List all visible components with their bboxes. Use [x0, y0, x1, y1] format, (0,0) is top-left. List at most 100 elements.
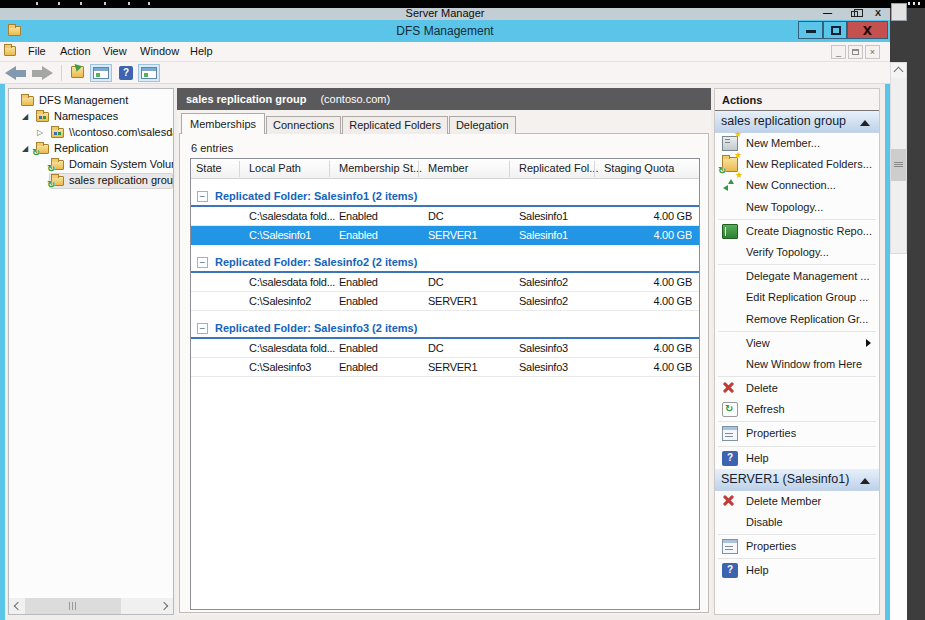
tree-item-label: DFS Management	[39, 94, 128, 106]
maximize-button[interactable]	[823, 21, 847, 39]
action-label: Create Diagnostic Repo...	[746, 225, 872, 237]
table-row[interactable]: C:\Salesinfo2EnabledSERVER1Salesinfo24.0…	[191, 292, 699, 311]
action-label: Edit Replication Group ...	[746, 291, 868, 303]
namespaces-icon	[36, 112, 49, 122]
scroll-thumb[interactable]	[891, 149, 906, 181]
back-button[interactable]	[5, 66, 27, 80]
column-separator[interactable]	[329, 161, 330, 177]
column-separator[interactable]	[418, 161, 419, 177]
column-separator[interactable]	[594, 161, 595, 177]
tab-replicated-folders[interactable]: Replicated Folders	[342, 116, 448, 134]
tree-item[interactable]: ◢Namespaces	[9, 109, 173, 125]
action-label: New Replicated Folders...	[746, 158, 872, 170]
collapse-group-icon[interactable]: −	[197, 323, 208, 334]
column-header[interactable]: State	[196, 162, 238, 174]
menu-window[interactable]: Window	[140, 45, 179, 57]
background-scrollbar[interactable]	[890, 62, 907, 254]
collapse-section-icon[interactable]	[860, 120, 870, 126]
action-disable[interactable]: Disable	[715, 512, 879, 533]
table-row[interactable]: C:\salesdata fold...EnabledDCSalesinfo34…	[191, 339, 699, 358]
group-header-row[interactable]: −Replicated Folder: Salesinfo2 (2 items)	[191, 253, 699, 273]
collapse-arrow-icon[interactable]: ◢	[22, 112, 28, 121]
menu-file[interactable]: File	[28, 45, 46, 57]
actions-pane: Actions sales replication group★New Memb…	[714, 88, 880, 615]
table-row[interactable]: C:\Salesinfo3EnabledSERVER1Salesinfo34.0…	[191, 358, 699, 377]
action-label: Verify Topology...	[746, 246, 829, 258]
child-restore-button[interactable]	[848, 45, 863, 59]
table-row[interactable]: C:\salesdata fold...EnabledDCSalesinfo24…	[191, 273, 699, 292]
new-member-icon: ★	[722, 136, 738, 151]
action-properties[interactable]: Properties	[715, 536, 879, 557]
show-action-pane-button[interactable]	[138, 64, 160, 82]
sm-close-button[interactable]: X	[875, 8, 881, 18]
cell-membership_status: Enabled	[339, 342, 425, 354]
action-new-connection[interactable]: ★New Connection...	[715, 175, 879, 196]
collapse-section-icon[interactable]	[860, 478, 870, 484]
scroll-up-arrow[interactable]	[891, 63, 906, 78]
table-row[interactable]: C:\salesdata fold...EnabledDCSalesinfo14…	[191, 207, 699, 226]
collapse-arrow-icon[interactable]: ◢	[22, 144, 28, 153]
action-create-diagnostic-repo[interactable]: Create Diagnostic Repo...	[715, 221, 879, 242]
collapse-group-icon[interactable]: −	[197, 191, 208, 202]
expand-arrow-icon[interactable]: ▷	[37, 128, 43, 137]
column-header[interactable]: Staging Quota	[604, 162, 674, 174]
menu-view[interactable]: View	[103, 45, 127, 57]
collapse-group-icon[interactable]: −	[197, 257, 208, 268]
cell-local_path: C:\Salesinfo3	[249, 361, 337, 373]
column-separator[interactable]	[239, 161, 240, 177]
group-header-row[interactable]: −Replicated Folder: Salesinfo1 (2 items)	[191, 187, 699, 207]
tree-item[interactable]: sales replication group	[9, 173, 173, 189]
scroll-left-arrow[interactable]	[9, 598, 25, 614]
cell-staging_quota: 4.00 GB	[653, 276, 692, 288]
tree-horizontal-scrollbar[interactable]	[9, 598, 173, 614]
tree-item[interactable]: ◢ Replication	[9, 141, 173, 157]
column-header[interactable]: Member	[428, 162, 516, 174]
action-edit-replication-group[interactable]: Edit Replication Group ...	[715, 287, 879, 308]
action-view[interactable]: View	[715, 333, 879, 354]
group-header-row[interactable]: −Replicated Folder: Salesinfo3 (2 items)	[191, 319, 699, 339]
tree-item[interactable]: Domain System Volume	[9, 157, 173, 173]
tab-memberships[interactable]: Memberships	[181, 113, 265, 134]
child-close-button[interactable]: ×	[865, 45, 880, 59]
menu-action[interactable]: Action	[60, 45, 91, 57]
section-header-label: sales replication group	[721, 114, 846, 128]
table-row[interactable]: C:\Salesinfo1EnabledSERVER1Salesinfo14.0…	[191, 226, 699, 245]
delete-icon	[722, 381, 738, 396]
scroll-right-arrow[interactable]	[157, 598, 173, 614]
minimize-button[interactable]	[798, 21, 823, 39]
action-verify-topology[interactable]: Verify Topology...	[715, 242, 879, 263]
action-remove-replication-gr[interactable]: Remove Replication Gr...	[715, 309, 879, 330]
cell-membership_status: Enabled	[339, 361, 425, 373]
tree-item[interactable]: DFS Management	[9, 93, 173, 109]
tree-item-label: Replication	[54, 142, 108, 154]
action-label: New Topology...	[746, 201, 823, 213]
tab-delegation[interactable]: Delegation	[449, 116, 516, 134]
action-help[interactable]: Help	[715, 560, 879, 581]
action-properties[interactable]: Properties	[715, 423, 879, 444]
window-title: DFS Management	[0, 24, 890, 38]
menu-help[interactable]: Help	[190, 45, 213, 57]
sm-minimize-button[interactable]: —	[823, 8, 832, 18]
action-delegate-management[interactable]: Delegate Management ...	[715, 266, 879, 287]
export-list-button[interactable]	[67, 64, 89, 82]
dfs-titlebar[interactable]: DFS Management X	[0, 20, 890, 42]
show-console-tree-button[interactable]	[90, 64, 112, 82]
scroll-thumb[interactable]	[25, 598, 121, 614]
action-refresh[interactable]: Refresh	[715, 399, 879, 420]
forward-button[interactable]	[31, 66, 53, 80]
action-new-topology[interactable]: New Topology...	[715, 197, 879, 218]
column-header[interactable]: Membership St...	[339, 162, 425, 174]
column-separator[interactable]	[509, 161, 510, 177]
actions-section-header[interactable]: SERVER1 (Salesinfo1)	[715, 469, 879, 491]
action-delete-member[interactable]: Delete Member	[715, 491, 879, 512]
tab-connections[interactable]: Connections	[266, 116, 341, 134]
sm-restore-button[interactable]	[851, 11, 858, 17]
action-help[interactable]: Help	[715, 448, 879, 469]
tree-item[interactable]: ▷\\contoso.com\salesdat	[9, 125, 173, 141]
action-new-window-from-here[interactable]: New Window from Here	[715, 354, 879, 375]
column-header[interactable]: Local Path	[249, 162, 337, 174]
child-minimize-button[interactable]: _	[831, 45, 846, 59]
column-header[interactable]: Replicated Fol...	[519, 162, 601, 174]
close-button[interactable]: X	[847, 21, 888, 39]
action-delete[interactable]: Delete	[715, 378, 879, 399]
